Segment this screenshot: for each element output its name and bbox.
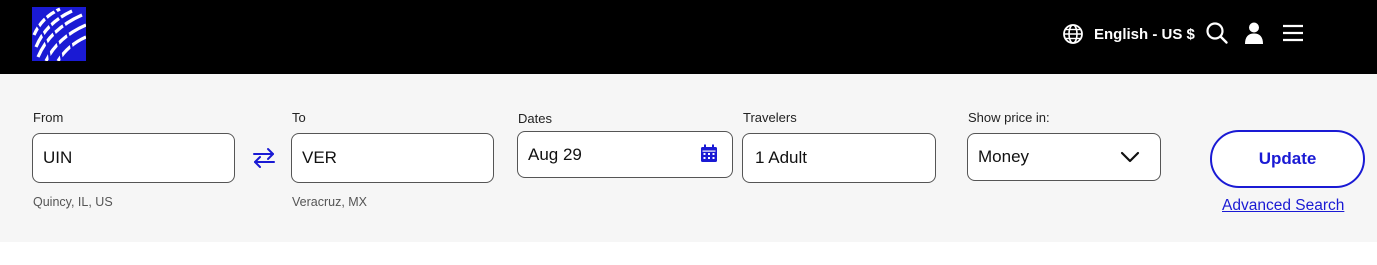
search-icon[interactable] xyxy=(1204,20,1230,46)
airline-logo-icon[interactable] xyxy=(32,7,86,61)
dates-input[interactable]: Aug 29 xyxy=(517,131,733,178)
swap-arrows-icon[interactable] xyxy=(251,146,277,170)
from-subtext: Quincy, IL, US xyxy=(33,195,113,209)
advanced-search-link[interactable]: Advanced Search xyxy=(1222,197,1344,215)
language-label: English - US $ xyxy=(1094,25,1195,43)
from-value: UIN xyxy=(43,148,73,167)
from-label: From xyxy=(33,110,64,125)
update-button[interactable]: Update xyxy=(1210,130,1365,188)
to-value: VER xyxy=(302,148,337,167)
top-header: English - US $ xyxy=(0,0,1377,74)
travelers-value: 1 Adult xyxy=(755,148,807,167)
dates-value: Aug 29 xyxy=(528,144,582,164)
to-label: To xyxy=(292,110,306,125)
user-icon[interactable] xyxy=(1241,20,1267,46)
globe-icon xyxy=(1063,24,1083,44)
language-selector[interactable]: English - US $ xyxy=(1062,22,1195,46)
travelers-input[interactable]: 1 Adult xyxy=(742,133,936,183)
price-value: Money xyxy=(978,147,1030,166)
price-label: Show price in: xyxy=(968,110,1050,125)
chevron-down-icon xyxy=(1120,151,1140,163)
menu-icon[interactable] xyxy=(1280,20,1306,46)
calendar-icon[interactable] xyxy=(700,144,718,163)
to-subtext: Veracruz, MX xyxy=(292,195,368,209)
to-input[interactable]: VER xyxy=(291,133,494,183)
price-select[interactable]: Money xyxy=(967,133,1161,181)
travelers-label: Travelers xyxy=(743,110,797,125)
from-input[interactable]: UIN xyxy=(32,133,235,183)
dates-label: Dates xyxy=(518,111,552,126)
